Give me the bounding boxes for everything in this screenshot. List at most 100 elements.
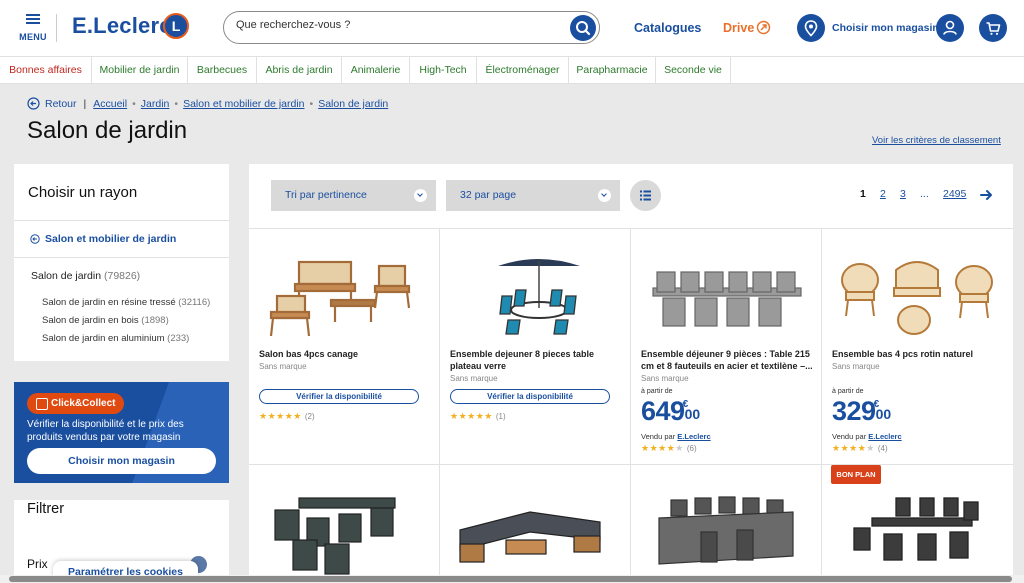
menu-button[interactable]: MENU <box>18 14 48 45</box>
price-from-label: à partir de <box>832 388 864 395</box>
product-image[interactable] <box>259 492 429 577</box>
page-title: Salon de jardin <box>27 117 188 144</box>
category-nav: Bonnes affaires Mobilier de jardin Barbe… <box>0 56 1024 84</box>
rayon-current-count: (79826) <box>103 270 141 282</box>
product-image[interactable] <box>450 492 620 577</box>
logo-badge-icon: L <box>163 13 189 39</box>
store-locator-button[interactable] <box>797 14 825 42</box>
filter-price[interactable]: Prix <box>27 557 48 571</box>
menu-icon <box>26 14 40 24</box>
back-circle-icon <box>30 234 40 244</box>
search-bar <box>223 11 600 44</box>
product-name[interactable]: Ensemble déjeuner 9 pièces : Table 215 c… <box>641 348 813 372</box>
product-image[interactable] <box>450 244 620 339</box>
breadcrumb-salon-mobilier[interactable]: Salon et mobilier de jardin <box>183 98 304 110</box>
product-name[interactable]: Ensemble bas 4 pcs rotin naturel <box>832 348 1004 360</box>
divider <box>14 220 229 221</box>
product-name[interactable]: Salon bas 4pcs canage <box>259 348 431 360</box>
product-image[interactable] <box>641 244 811 339</box>
review-count: (1) <box>495 412 506 421</box>
sort-select[interactable]: Tri par pertinence <box>271 180 436 211</box>
breadcrumb-accueil[interactable]: Accueil <box>93 98 127 110</box>
check-availability-button[interactable]: Vérifier la disponibilité <box>450 389 610 404</box>
product-card[interactable]: Ensemble bas 4 pcs rotin naturel Sans ma… <box>822 229 1013 465</box>
breadcrumb-jardin[interactable]: Jardin <box>141 98 170 110</box>
catalogues-link[interactable]: Catalogues <box>634 21 701 35</box>
rayon-parent-link[interactable]: Salon et mobilier de jardin <box>45 233 176 245</box>
product-card[interactable]: Ensemble déjeuner 9 pièces : Table 215 c… <box>631 229 822 465</box>
nav-item-parapharmacie[interactable]: Parapharmacie <box>569 57 656 84</box>
back-arrow-icon[interactable] <box>27 97 40 110</box>
product-card[interactable]: Ensemble dejeuner 8 pieces table plateau… <box>440 229 631 465</box>
sort-label: Tri par pertinence <box>285 189 367 201</box>
price-integer: 649 <box>641 396 685 426</box>
leclerc-logo[interactable]: E.Leclerc <box>72 13 172 39</box>
rayon-current-label: Salon de jardin <box>31 270 102 282</box>
search-button[interactable] <box>570 15 596 41</box>
per-page-select[interactable]: 32 par page <box>446 180 620 211</box>
product-image[interactable] <box>832 244 1002 339</box>
account-button[interactable] <box>936 14 964 42</box>
rayon-current[interactable]: Salon de jardin (79826) <box>31 270 140 282</box>
rayon-panel: Choisir un rayon Salon et mobilier de ja… <box>14 164 229 361</box>
price-decimals: 00 <box>875 406 892 422</box>
product-image[interactable] <box>832 492 1002 577</box>
seller-link[interactable]: E.Leclerc <box>868 432 901 441</box>
back-link[interactable]: Retour <box>45 98 77 110</box>
product-card[interactable]: Salon bas 4pcs canage Sans marque Vérifi… <box>249 229 440 465</box>
seller-prefix: Vendu par <box>641 432 676 441</box>
site-header: MENU E.Leclerc L Catalogues Drive Choisi… <box>0 0 1024 56</box>
search-icon <box>576 21 591 36</box>
breadcrumb-salon-de-jardin[interactable]: Salon de jardin <box>318 98 388 110</box>
nav-item-abris-de-jardin[interactable]: Abris de jardin <box>257 57 342 84</box>
page-ellipsis: ... <box>920 188 929 200</box>
product-image[interactable] <box>641 492 811 577</box>
product-name[interactable]: Ensemble dejeuner 8 pieces table plateau… <box>450 348 622 372</box>
rayon-child-label: Salon de jardin en aluminium <box>42 333 165 344</box>
nav-item-electromenager[interactable]: Électroménager <box>477 57 569 84</box>
product-listing: Tri par pertinence 32 par page 1 2 3 ...… <box>249 164 1013 583</box>
rayon-child-resine[interactable]: Salon de jardin en résine tressé (32116) <box>42 297 210 308</box>
seller-info: Vendu par E.Leclerc <box>832 432 902 441</box>
rating-stars: ★★★★★ (6) <box>641 443 697 453</box>
menu-label: MENU <box>19 32 47 42</box>
rayon-title: Choisir un rayon <box>28 184 138 201</box>
nav-item-mobilier-de-jardin[interactable]: Mobilier de jardin <box>92 57 188 84</box>
chevron-down-icon <box>414 189 427 202</box>
horizontal-scrollbar[interactable] <box>0 575 1024 583</box>
cart-button[interactable] <box>979 14 1007 42</box>
location-pin-icon <box>804 20 818 37</box>
product-brand: Sans marque <box>832 362 880 371</box>
price-decimals: 00 <box>684 406 701 422</box>
rayon-child-aluminium[interactable]: Salon de jardin en aluminium (233) <box>42 333 189 344</box>
breadcrumb-sep: • <box>132 98 136 110</box>
rating-stars: ★★★★★ (2) <box>259 411 315 421</box>
seller-link[interactable]: E.Leclerc <box>677 432 710 441</box>
scrollbar-thumb[interactable] <box>9 576 1012 582</box>
page-link[interactable]: 2 <box>880 188 886 200</box>
rayon-child-bois[interactable]: Salon de jardin en bois (1898) <box>42 315 169 326</box>
page-link[interactable]: 3 <box>900 188 906 200</box>
choose-store-link[interactable]: Choisir mon magasin <box>832 22 939 34</box>
list-view-button[interactable] <box>630 180 661 211</box>
breadcrumb-sep: • <box>174 98 179 110</box>
search-input[interactable] <box>236 19 556 31</box>
price-from-label: à partir de <box>641 388 673 395</box>
review-count: (6) <box>686 444 697 453</box>
next-arrow-icon[interactable] <box>980 189 993 201</box>
product-price: 649 €00 <box>641 396 700 427</box>
promo-text: Vérifier la disponibilité et le prix des… <box>27 419 184 443</box>
rayon-child-label: Salon de jardin en résine tressé <box>42 297 176 308</box>
drive-link[interactable]: Drive <box>723 21 754 35</box>
nav-item-animalerie[interactable]: Animalerie <box>342 57 410 84</box>
nav-item-high-tech[interactable]: High-Tech <box>410 57 477 84</box>
nav-item-seconde-vie[interactable]: Seconde vie <box>656 57 731 84</box>
product-image[interactable] <box>259 244 429 339</box>
choose-store-button[interactable]: Choisir mon magasin <box>27 448 216 474</box>
nav-item-bonnes-affaires[interactable]: Bonnes affaires <box>0 57 92 84</box>
ranking-criteria-link[interactable]: Voir les critères de classement <box>872 135 1001 146</box>
page-link-last[interactable]: 2495 <box>943 188 966 200</box>
seller-info: Vendu par E.Leclerc <box>641 432 711 441</box>
check-availability-button[interactable]: Vérifier la disponibilité <box>259 389 419 404</box>
nav-item-barbecues[interactable]: Barbecues <box>188 57 257 84</box>
